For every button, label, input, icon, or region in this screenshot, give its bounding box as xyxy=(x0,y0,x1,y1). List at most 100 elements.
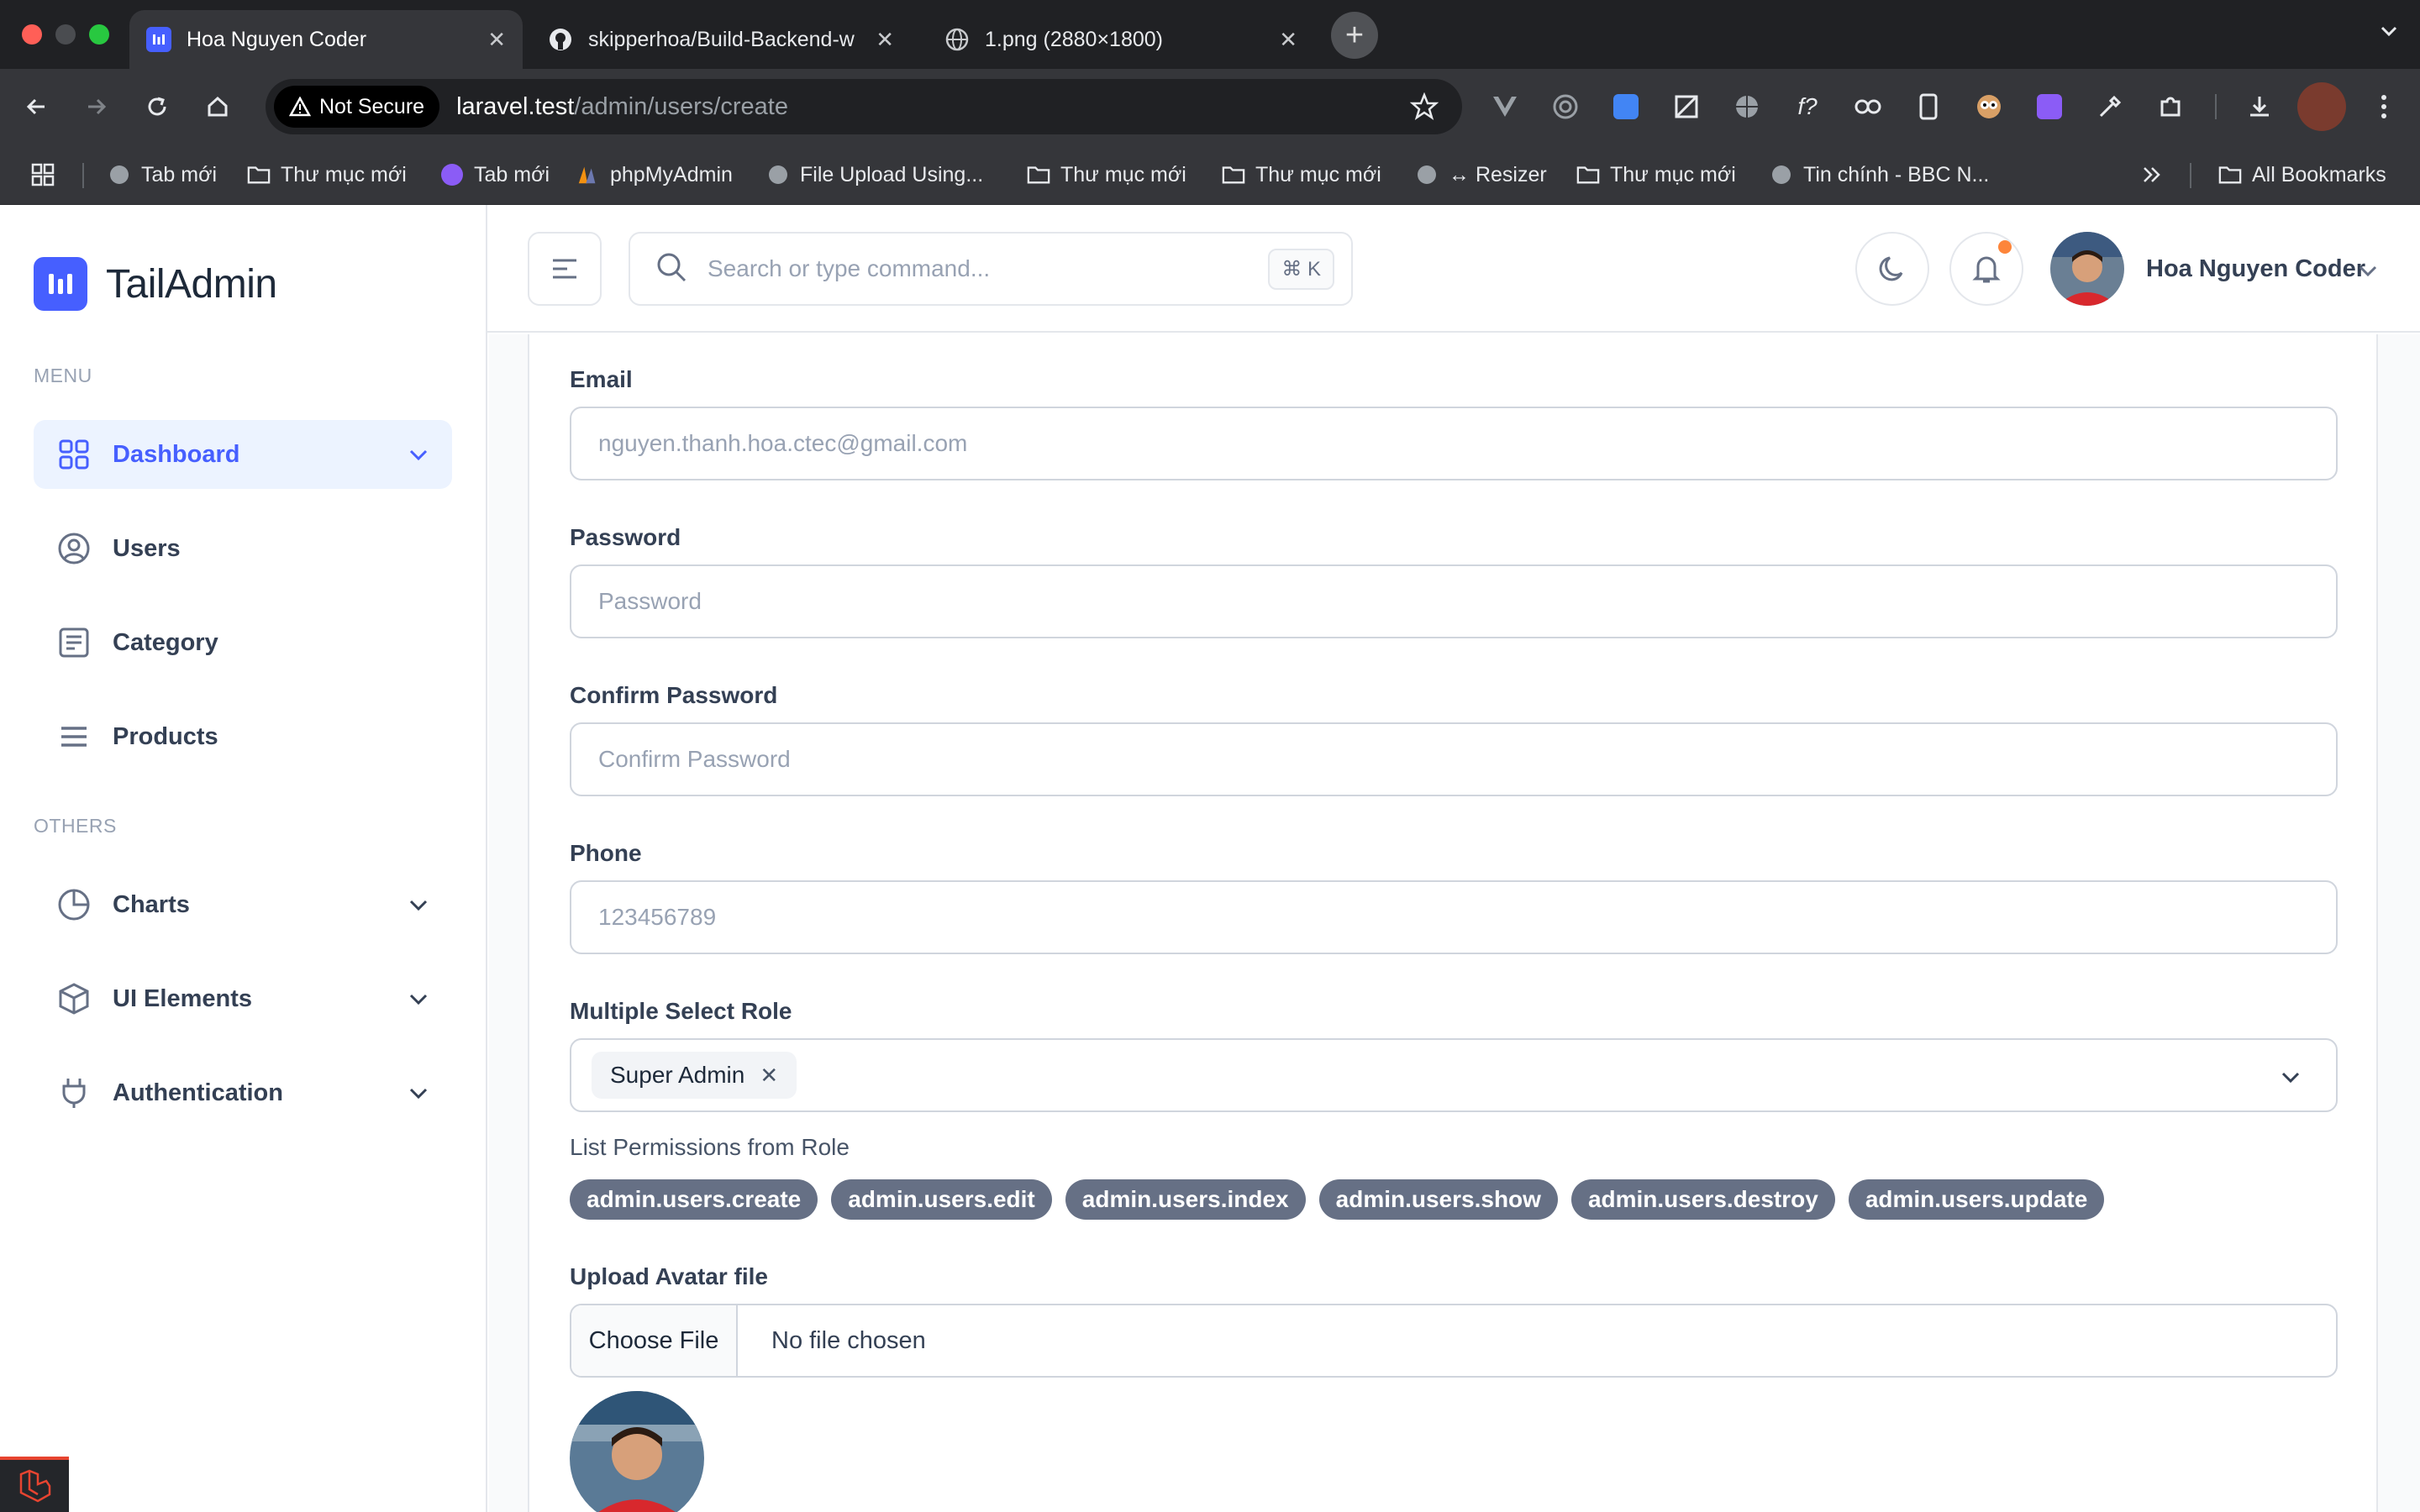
bookmark-label: Thư mục mới xyxy=(281,162,407,186)
bookmark-folder[interactable]: Thư mục mới xyxy=(1222,160,1381,190)
sidebar-item-users[interactable]: Users xyxy=(34,514,452,583)
browser-tab-active[interactable]: Hoa Nguyen Coder ✕ xyxy=(129,10,523,69)
tab-title: 1.png (2880×1800) xyxy=(985,27,1163,51)
bookmark-label: Thư mục mới xyxy=(1255,162,1381,186)
dark-mode-toggle[interactable] xyxy=(1855,232,1929,306)
search-input[interactable]: Search or type command... ⌘ K xyxy=(629,232,1353,306)
close-tab-icon[interactable]: ✕ xyxy=(876,27,894,53)
sidebar-item-authentication[interactable]: Authentication xyxy=(34,1058,452,1127)
avatar-file-input[interactable]: Choose File No file chosen xyxy=(570,1304,2338,1378)
email-label: Email xyxy=(570,366,633,392)
browser-menu-icon[interactable] xyxy=(2366,89,2402,124)
user-name[interactable]: Hoa Nguyen Coder xyxy=(2146,255,2365,283)
globe-icon xyxy=(1770,163,1793,186)
capture-extension-icon[interactable] xyxy=(1669,89,1704,124)
permissions-list: admin.users.create admin.users.edit admi… xyxy=(570,1179,2118,1220)
role-chip: Super Admin ✕ xyxy=(592,1052,797,1099)
brand-logo[interactable]: TailAdmin xyxy=(34,257,277,311)
all-bookmarks-folder[interactable]: All Bookmarks xyxy=(2218,160,2386,190)
permission-badge: admin.users.index xyxy=(1065,1179,1306,1220)
email-field[interactable]: nguyen.thanh.hoa.ctec@gmail.com xyxy=(570,407,2338,480)
folder-icon xyxy=(1576,163,1600,186)
download-icon[interactable] xyxy=(2242,89,2277,124)
bookmark-folder[interactable]: Thư mục mới xyxy=(1576,160,1736,190)
bookmark-item[interactable]: ↔ Resizer xyxy=(1415,160,1547,190)
minimize-window-button[interactable] xyxy=(55,24,76,45)
reading-extension-icon[interactable] xyxy=(1850,89,1886,124)
sidebar-item-charts[interactable]: Charts xyxy=(34,870,452,939)
search-icon xyxy=(655,251,687,287)
tailadmin-logo-icon xyxy=(34,257,87,311)
profile-avatar[interactable] xyxy=(2297,82,2346,131)
notifications-button[interactable] xyxy=(1949,232,2023,306)
sidebar-item-category[interactable]: Category xyxy=(34,608,452,677)
confirm-password-field[interactable]: Confirm Password xyxy=(570,722,2338,796)
new-tab-button[interactable]: + xyxy=(1331,12,1378,59)
apps-grid-icon[interactable] xyxy=(30,160,55,190)
tab-search-chevron-icon[interactable] xyxy=(2378,20,2400,48)
mobile-view-icon[interactable] xyxy=(1911,89,1946,124)
sidebar-item-label: Products xyxy=(113,722,218,750)
bookmark-folder[interactable]: Thư mục mới xyxy=(1027,160,1186,190)
wave-extension-icon[interactable] xyxy=(2032,89,2067,124)
translate-extension-icon[interactable] xyxy=(1608,89,1644,124)
tab-title: skipperhoa/Build-Backend-w xyxy=(588,27,855,51)
more-bookmarks-icon[interactable] xyxy=(2141,160,2163,190)
sidebar-item-products[interactable]: Products xyxy=(34,702,452,771)
close-window-button[interactable] xyxy=(22,24,42,45)
bookmark-label: Tab mới xyxy=(474,162,550,186)
extensions-puzzle-icon[interactable] xyxy=(2153,89,2188,124)
font-finder-icon[interactable]: f? xyxy=(1790,89,1825,124)
security-indicator[interactable]: Not Secure xyxy=(274,86,440,128)
owl-extension-icon[interactable] xyxy=(1971,89,2007,124)
browser-tab[interactable]: 1.png (2880×1800) ✕ xyxy=(928,10,1314,69)
bookmark-item[interactable]: Tin chính - BBC N... xyxy=(1770,160,1989,190)
role-multiselect[interactable]: Super Admin ✕ xyxy=(570,1038,2338,1112)
sidebar-item-label: Authentication xyxy=(113,1079,283,1106)
bookmark-folder[interactable]: Thư mục mới xyxy=(247,160,407,190)
chevron-down-icon xyxy=(407,443,430,473)
folder-icon xyxy=(1027,163,1050,186)
password-field[interactable]: Password xyxy=(570,564,2338,638)
choose-file-button[interactable]: Choose File xyxy=(571,1305,738,1376)
target-extension-icon[interactable] xyxy=(1548,89,1583,124)
email-value: nguyen.thanh.hoa.ctec@gmail.com xyxy=(598,430,968,456)
browser-tab[interactable]: skipperhoa/Build-Backend-w ✕ xyxy=(531,10,911,69)
color-picker-icon[interactable] xyxy=(2092,89,2128,124)
forward-icon[interactable] xyxy=(77,87,116,126)
pie-chart-icon xyxy=(55,886,92,923)
back-icon[interactable] xyxy=(17,87,55,126)
vue-devtools-icon[interactable] xyxy=(1487,89,1523,124)
sidebar-item-label: Charts xyxy=(113,890,190,918)
remove-role-icon[interactable]: ✕ xyxy=(760,1063,778,1089)
bookmark-item[interactable]: Tab mới xyxy=(440,160,550,190)
close-tab-icon[interactable]: ✕ xyxy=(487,27,506,53)
sidebar-item-ui-elements[interactable]: UI Elements xyxy=(34,964,452,1033)
bookmark-star-icon[interactable] xyxy=(1409,92,1439,125)
role-chip-label: Super Admin xyxy=(610,1062,745,1088)
reload-icon[interactable] xyxy=(138,87,176,126)
bookmark-item[interactable]: phpMyAdmin xyxy=(576,160,733,190)
address-bar[interactable]: Not Secure laravel.test/admin/users/crea… xyxy=(266,79,1462,134)
chevron-down-icon[interactable] xyxy=(2356,259,2380,286)
globe-icon xyxy=(1415,163,1439,186)
bookmark-item[interactable]: File Upload Using... xyxy=(766,160,983,190)
sidebar-item-label: Users xyxy=(113,534,181,562)
user-avatar[interactable] xyxy=(2050,232,2124,306)
bookmark-item[interactable]: Tab mới xyxy=(108,160,217,190)
sidebar-item-label: Category xyxy=(113,628,218,656)
laravel-debugbar-icon[interactable] xyxy=(0,1457,69,1512)
phpmyadmin-icon xyxy=(576,163,600,186)
home-icon[interactable] xyxy=(198,87,237,126)
sidebar-item-dashboard[interactable]: Dashboard xyxy=(34,420,452,489)
permission-badge: admin.users.show xyxy=(1318,1179,1558,1220)
chevron-down-icon[interactable] xyxy=(2279,1065,2302,1095)
phone-field[interactable]: 123456789 xyxy=(570,880,2338,954)
close-tab-icon[interactable]: ✕ xyxy=(1279,27,1297,53)
maximize-window-button[interactable] xyxy=(89,24,109,45)
sidebar-item-label: Dashboard xyxy=(113,440,240,468)
sidebar-toggle-button[interactable] xyxy=(528,232,602,306)
globe-extension-icon[interactable] xyxy=(1729,89,1765,124)
notification-dot xyxy=(1998,240,2012,254)
bookmarks-separator xyxy=(82,163,84,188)
